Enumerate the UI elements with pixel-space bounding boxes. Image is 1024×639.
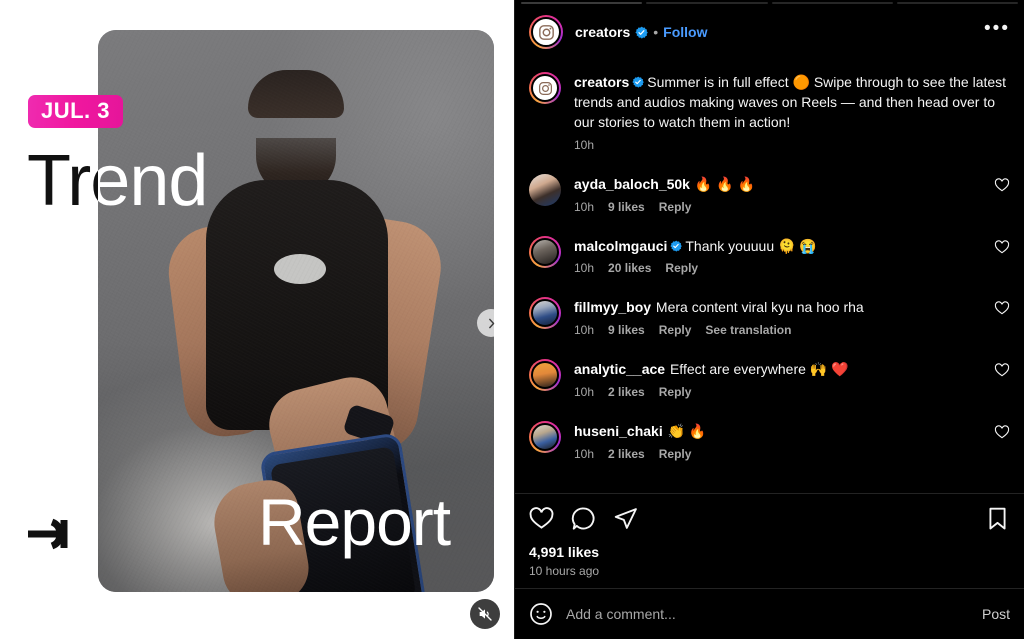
comment-meta: 10h 9 likes Reply See translation — [574, 323, 984, 337]
comment-time: 10h — [574, 323, 595, 338]
caption-meta: 10h — [574, 138, 1010, 152]
comment-item: ayda_baloch_50k 🔥 🔥 🔥 10h 9 likes Reply — [529, 163, 1010, 225]
caption-text-row: creators Summer is in full effect 🟠 Swipe… — [574, 73, 1010, 133]
comment-likes[interactable]: 9 likes — [608, 200, 645, 214]
comment-like-icon[interactable] — [994, 239, 1010, 255]
carousel-bar[interactable] — [521, 2, 643, 4]
comment-avatar[interactable] — [529, 359, 561, 392]
comment-item: malcolmgauci Thank youuuu 🫠 😭 10h 20 like… — [529, 225, 1010, 287]
comment-reply-button[interactable]: Reply — [659, 323, 692, 337]
follow-button[interactable]: Follow — [663, 24, 707, 40]
verified-badge-icon — [632, 76, 645, 88]
comment-meta: 10h 20 likes Reply — [574, 261, 984, 275]
comment-body: Effect are everywhere 🙌 ❤️ — [669, 361, 849, 378]
media-panel[interactable]: JUL. 3 Trend Report — [0, 0, 514, 639]
comment-reply-button[interactable]: Reply — [665, 261, 698, 275]
bookmark-icon[interactable] — [985, 506, 1010, 531]
comment-likes[interactable]: 2 likes — [608, 385, 645, 399]
comment-item: huseni_chaki 👏 🔥 10h 2 likes Reply — [529, 410, 1010, 472]
avatar[interactable] — [529, 15, 563, 49]
comment-text-row: huseni_chaki 👏 🔥 — [574, 422, 984, 442]
caption-username[interactable]: creators — [574, 74, 629, 90]
overlay-headline-top: Trend — [27, 141, 208, 221]
more-options-icon[interactable]: ••• — [984, 19, 1010, 40]
comment-username[interactable]: analytic__ace — [574, 361, 665, 377]
comment-reply-button[interactable]: Reply — [659, 447, 692, 461]
comment-likes[interactable]: 2 likes — [608, 447, 645, 461]
comment-text-row: fillmyy_boy Mera content viral kyu na ho… — [574, 298, 984, 318]
carousel-bar[interactable] — [646, 2, 768, 4]
likes-count[interactable]: 4,991 likes — [529, 544, 1010, 560]
add-comment-input[interactable] — [566, 606, 969, 622]
comment-text-row: analytic__ace Effect are everywhere 🙌 ❤️ — [574, 360, 984, 380]
caption-avatar[interactable] — [529, 72, 561, 104]
carousel-bar[interactable] — [896, 2, 1018, 4]
post-comment-button[interactable]: Post — [982, 606, 1010, 622]
verified-badge-icon — [635, 26, 649, 39]
instagram-camera-icon — [538, 24, 554, 40]
comment-item: fillmyy_boy Mera content viral kyu na ho… — [529, 286, 1010, 348]
comment-text-row: malcolmgauci Thank youuuu 🫠 😭 — [574, 237, 984, 257]
comment-body: 👏 🔥 — [667, 423, 707, 440]
comment-like-icon[interactable] — [994, 362, 1010, 378]
add-comment-bar: Post — [515, 588, 1024, 639]
comment-time: 10h — [574, 199, 595, 214]
emoji-smiley-icon[interactable] — [529, 602, 553, 626]
comment-bubble-icon[interactable] — [571, 506, 596, 531]
comment-time: 10h — [574, 261, 595, 276]
carousel-bar[interactable] — [771, 2, 893, 4]
comment-reply-button[interactable]: Reply — [659, 200, 692, 214]
instagram-post-view: JUL. 3 Trend Report creators • Follow ••… — [0, 0, 1024, 639]
comment-body: Thank youuuu 🫠 😭 — [685, 237, 817, 254]
comments-list[interactable]: creators Summer is in full effect 🟠 Swipe… — [515, 60, 1024, 493]
share-paper-plane-icon[interactable] — [613, 506, 638, 531]
post-timestamp: 10 hours ago — [529, 564, 600, 578]
comment-meta: 10h 2 likes Reply — [574, 447, 984, 461]
comment-username[interactable]: malcolmgauci — [574, 238, 667, 254]
post-caption: creators Summer is in full effect 🟠 Swipe… — [529, 60, 1010, 163]
comment-meta: 10h 9 likes Reply — [574, 200, 984, 214]
comment-avatar[interactable] — [529, 421, 561, 454]
date-badge: JUL. 3 — [28, 95, 124, 128]
comment-likes[interactable]: 9 likes — [608, 323, 645, 337]
comment-like-icon[interactable] — [994, 300, 1010, 316]
comment-time: 10h — [574, 447, 595, 461]
comment-username[interactable]: fillmyy_boy — [574, 299, 651, 315]
comment-reply-button[interactable]: Reply — [659, 385, 692, 399]
comment-body: 🔥 🔥 🔥 — [694, 175, 755, 192]
post-details-panel: creators • Follow ••• creators Summer is… — [514, 0, 1024, 639]
comment-item: analytic__ace Effect are everywhere 🙌 ❤️… — [529, 348, 1010, 410]
header-separator: • — [653, 24, 659, 40]
overlay-headline-bottom: Report — [258, 485, 451, 559]
post-header: creators • Follow ••• — [515, 6, 1024, 60]
comment-like-icon[interactable] — [994, 424, 1010, 440]
comment-like-icon[interactable] — [994, 177, 1010, 193]
comment-text-row: ayda_baloch_50k 🔥 🔥 🔥 — [574, 175, 984, 195]
comment-avatar[interactable] — [529, 235, 561, 268]
arrow-right-to-bar-icon — [26, 516, 74, 552]
comment-avatar[interactable] — [529, 297, 561, 330]
carousel-next-button[interactable] — [477, 309, 505, 337]
verified-badge-icon — [670, 240, 683, 252]
comment-username[interactable]: ayda_baloch_50k — [574, 176, 690, 192]
speaker-muted-icon[interactable] — [470, 599, 500, 629]
caption-time: 10h — [574, 137, 595, 152]
post-author-username[interactable]: creators — [575, 24, 630, 40]
heart-icon[interactable] — [529, 506, 554, 531]
comment-likes[interactable]: 20 likes — [608, 261, 651, 275]
post-action-bar: 4,991 likes 10 hours ago — [515, 493, 1024, 588]
comment-time: 10h — [574, 385, 595, 400]
comment-body: Mera content viral kyu na hoo rha — [655, 299, 864, 316]
comment-username[interactable]: huseni_chaki — [574, 423, 663, 439]
instagram-camera-icon — [538, 81, 552, 95]
comment-see-translation-button[interactable]: See translation — [705, 323, 791, 337]
comment-avatar[interactable] — [529, 173, 561, 206]
comment-meta: 10h 2 likes Reply — [574, 385, 984, 399]
